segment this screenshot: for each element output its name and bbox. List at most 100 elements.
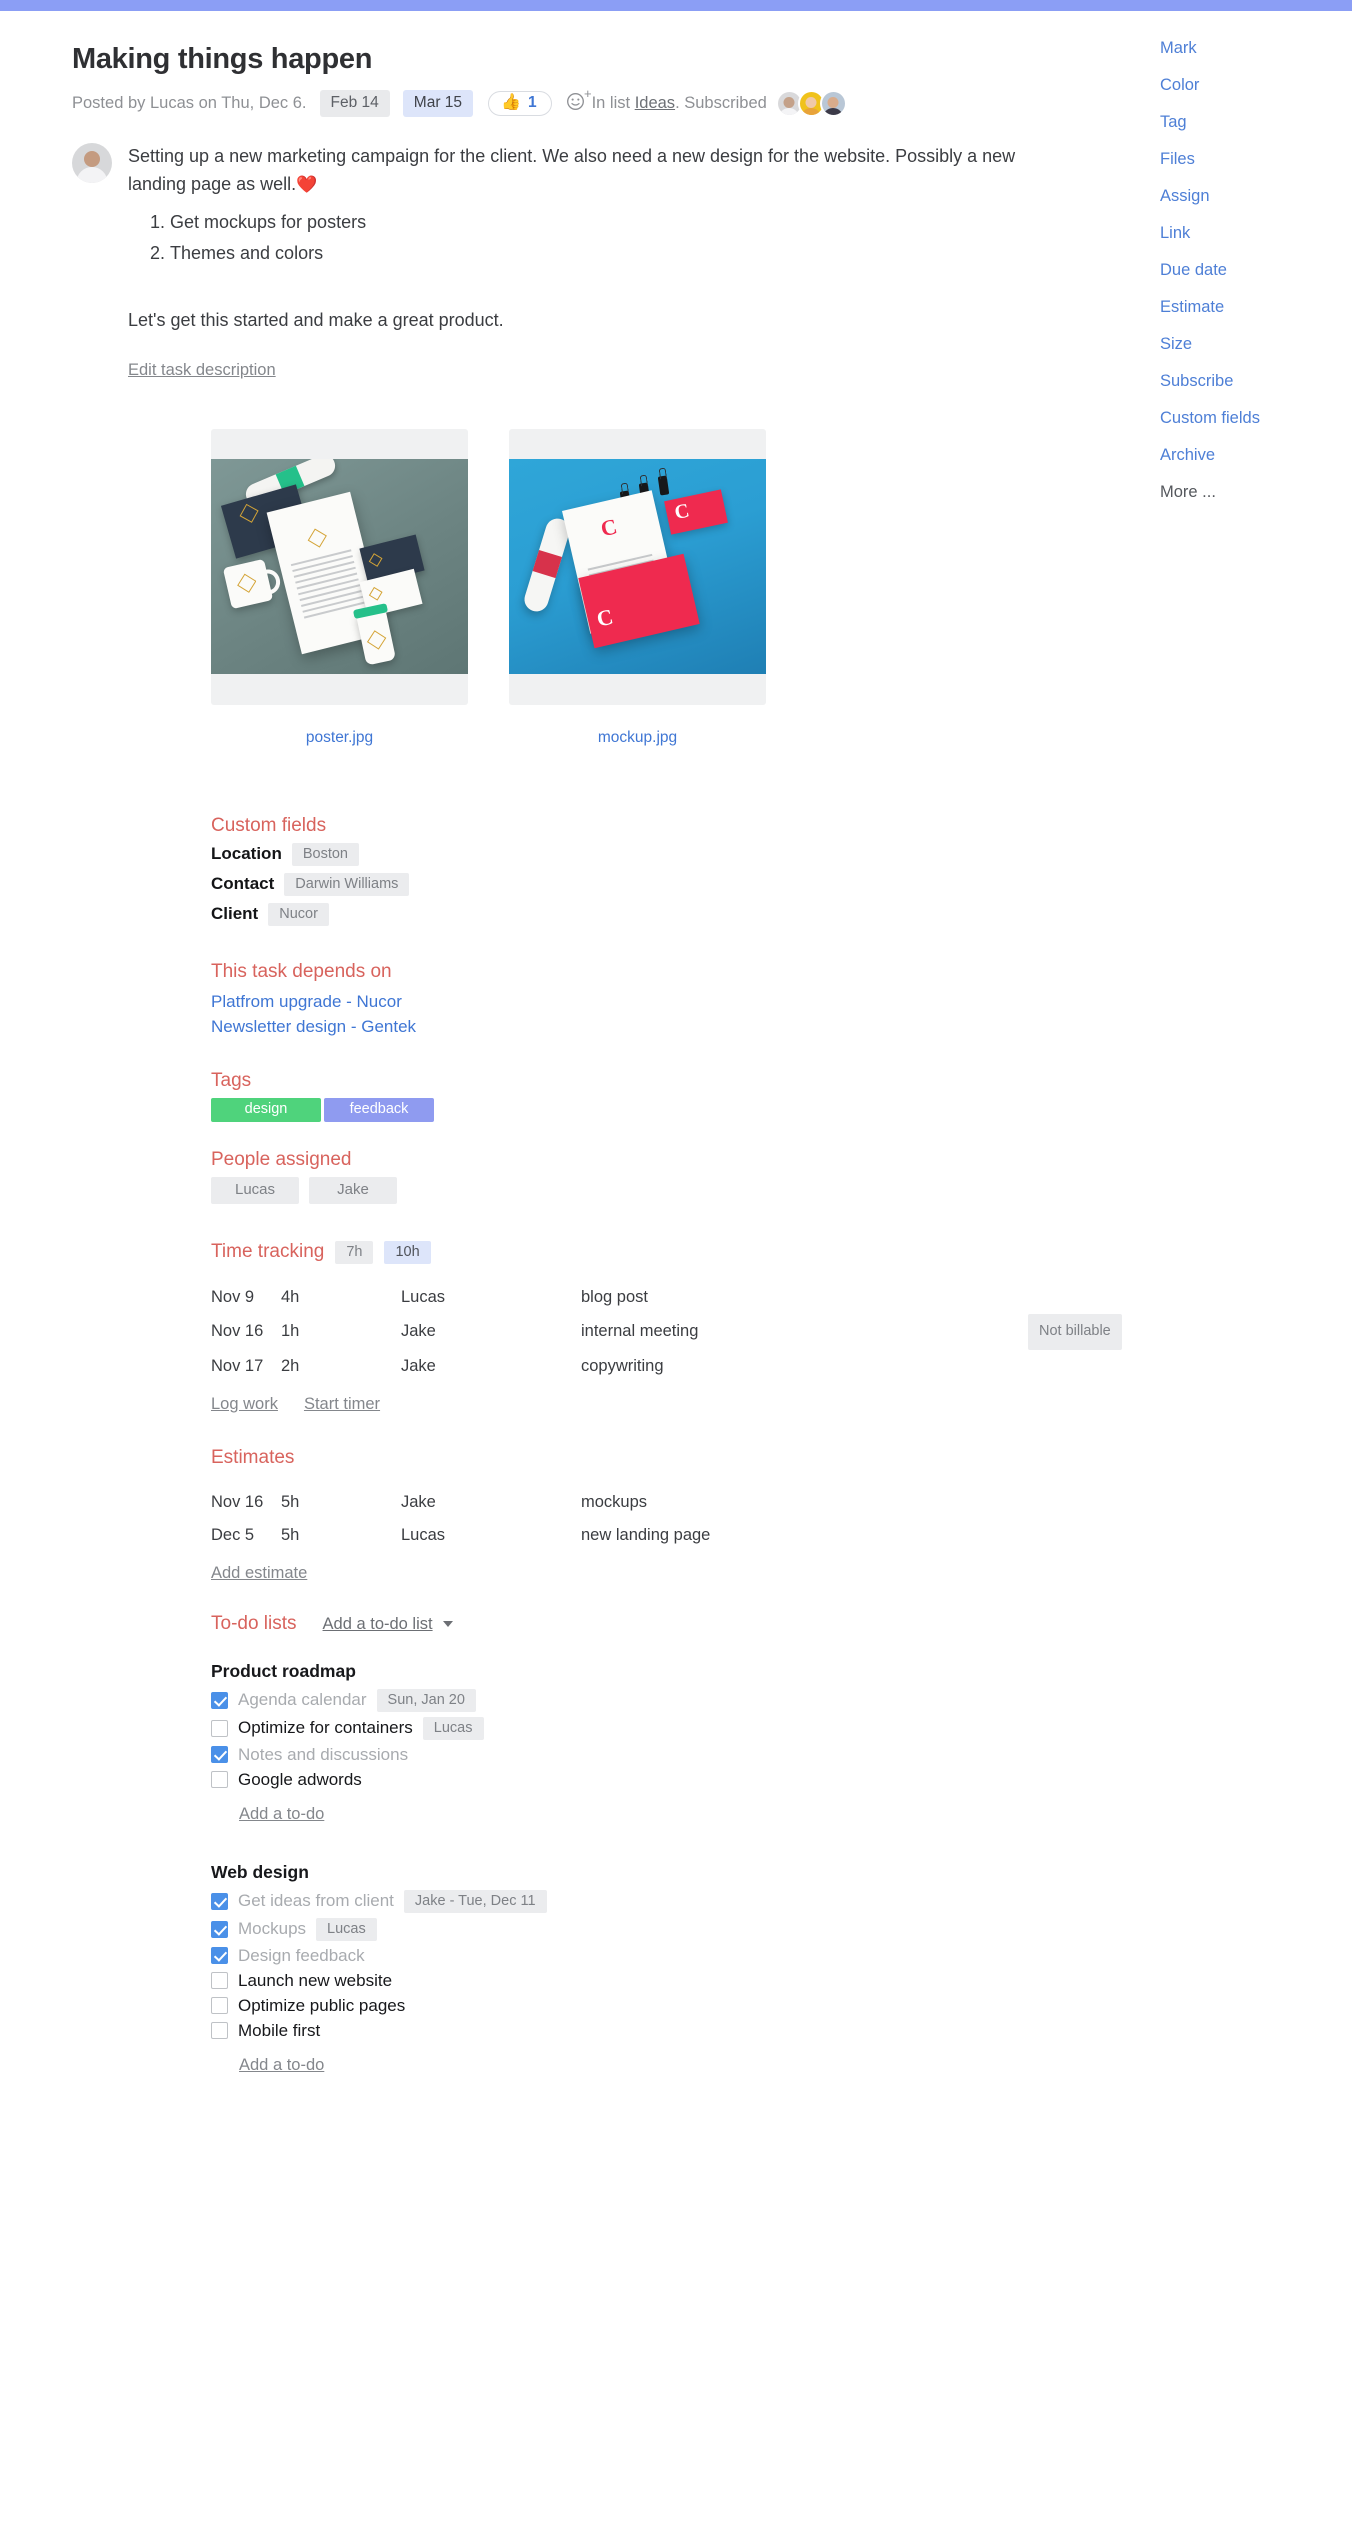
attachment-filename[interactable]: mockup.jpg	[509, 729, 766, 747]
attachment-filename[interactable]: poster.jpg	[211, 729, 468, 747]
add-todo-list-button[interactable]: Add a to-do list	[323, 1615, 454, 1634]
entry-person: Jake	[401, 1356, 436, 1375]
checkbox-icon[interactable]	[211, 1719, 228, 1737]
dependency-link[interactable]: Newsletter design - Gentek	[211, 1014, 1148, 1040]
entry-hours: 2h	[281, 1356, 300, 1375]
sidebar-item-link[interactable]: Link	[1160, 224, 1330, 243]
custom-field-row: Location Boston	[211, 842, 1148, 866]
due-date-chip[interactable]: Mar 15	[402, 90, 474, 117]
checkbox-icon[interactable]	[211, 1771, 228, 1789]
todo-chip[interactable]: Jake - Tue, Dec 11	[403, 1889, 547, 1913]
sidebar-item-custom-fields[interactable]: Custom fields	[1160, 409, 1330, 428]
main-column: Making things happen Posted by Lucas on …	[68, 43, 1148, 2075]
sidebar-item-size[interactable]: Size	[1160, 335, 1330, 354]
tag-chip[interactable]: design	[211, 1097, 321, 1122]
subscribed-label: Subscribed	[684, 94, 767, 112]
actions-sidebar: Mark Color Tag Files Assign Link Due dat…	[1160, 39, 1330, 520]
sidebar-item-assign[interactable]: Assign	[1160, 187, 1330, 206]
entry-hours: 4h	[281, 1287, 300, 1306]
custom-field-value[interactable]: Nucor	[268, 902, 329, 926]
task-detail-page: Making things happen Posted by Lucas on …	[0, 11, 1352, 2135]
todo-item[interactable]: Google adwords	[211, 1770, 1148, 1790]
checkbox-icon[interactable]	[211, 1920, 228, 1938]
todo-item[interactable]: Agenda calendar Sun, Jan 20	[211, 1688, 1148, 1712]
start-date-chip[interactable]: Feb 14	[319, 90, 390, 117]
add-todo-link[interactable]: Add a to-do	[239, 2056, 324, 2075]
description-paragraph-1: Setting up a new marketing campaign for …	[128, 143, 1068, 199]
sidebar-item-tag[interactable]: Tag	[1160, 113, 1330, 132]
time-tracking-section: Time tracking 7h 10h Nov 9 4h Lucas blog…	[211, 1240, 1148, 1414]
todo-item[interactable]: Mockups Lucas	[211, 1917, 1148, 1941]
sidebar-item-files[interactable]: Files	[1160, 150, 1330, 169]
attachments-gallery: poster.jpg C C C mockup.jpg	[211, 428, 1148, 747]
time-tracking-table: Nov 9 4h Lucas blog post Nov 16 1h Jake …	[211, 1281, 1148, 1383]
custom-field-value[interactable]: Boston	[291, 842, 359, 866]
sidebar-item-archive[interactable]: Archive	[1160, 446, 1330, 465]
subscriber-avatars	[775, 90, 847, 117]
todo-label: Launch new website	[238, 1970, 393, 1990]
estimates-table: Nov 16 5h Jake mockups Dec 5 5h Lucas ne…	[211, 1486, 1148, 1552]
description-text-1: Setting up a new marketing campaign for …	[128, 146, 1016, 194]
todo-item[interactable]: Optimize public pages	[211, 1996, 1148, 2016]
entry-date: Nov 16	[211, 1492, 264, 1511]
posted-by-text: Posted by Lucas on Thu, Dec 6.	[72, 94, 307, 112]
todo-item[interactable]: Get ideas from client Jake - Tue, Dec 11	[211, 1889, 1148, 1913]
attachment-thumbnail-frame[interactable]: C C C	[509, 428, 766, 705]
todo-item[interactable]: Optimize for containers Lucas	[211, 1716, 1148, 1740]
sidebar-item-mark[interactable]: Mark	[1160, 39, 1330, 58]
estimates-section: Estimates Nov 16 5h Jake mockups Dec 5 5…	[211, 1447, 1148, 1583]
tag-list: design feedback	[211, 1097, 1148, 1122]
person-chip[interactable]: Lucas	[211, 1176, 299, 1204]
todo-item[interactable]: Mobile first	[211, 2021, 1148, 2041]
estimates-actions: Add estimate	[211, 1564, 1148, 1583]
todo-chip[interactable]: Sun, Jan 20	[376, 1688, 476, 1712]
dependency-link[interactable]: Platfrom upgrade - Nucor	[211, 989, 1148, 1015]
attachment-thumbnail-frame[interactable]	[211, 428, 468, 705]
entry-person: Jake	[401, 1492, 436, 1511]
todo-chip[interactable]: Lucas	[422, 1716, 484, 1740]
mockup-image: C C C	[509, 459, 766, 675]
todo-item[interactable]: Design feedback	[211, 1946, 1148, 1966]
todo-group-title: Web design	[211, 1861, 309, 1882]
entry-person: Lucas	[401, 1287, 446, 1306]
list-name-link[interactable]: Ideas	[635, 94, 675, 113]
logged-hours-chip[interactable]: 7h	[335, 1240, 374, 1264]
people-assigned-heading: People assigned	[211, 1148, 352, 1170]
todo-lists-header: To-do lists Add a to-do list	[211, 1613, 1148, 1635]
entry-note: blog post	[581, 1287, 648, 1306]
checkbox-icon[interactable]	[211, 1691, 228, 1709]
checkbox-icon[interactable]	[211, 2022, 228, 2040]
add-estimate-link[interactable]: Add estimate	[211, 1564, 307, 1583]
add-reaction-icon[interactable]: +	[566, 87, 592, 115]
checkbox-icon[interactable]	[211, 1972, 228, 1990]
edit-task-description-link[interactable]: Edit task description	[128, 361, 276, 380]
checkbox-icon[interactable]	[211, 1997, 228, 2015]
checkbox-icon[interactable]	[211, 1892, 228, 1910]
todo-chip[interactable]: Lucas	[316, 1917, 377, 1941]
todo-item[interactable]: Launch new website	[211, 1971, 1148, 1991]
start-timer-link[interactable]: Start timer	[304, 1395, 380, 1414]
todo-label: Agenda calendar	[238, 1690, 367, 1710]
estimated-hours-chip[interactable]: 10h	[384, 1240, 431, 1264]
sidebar-item-subscribe[interactable]: Subscribe	[1160, 372, 1330, 391]
sidebar-item-color[interactable]: Color	[1160, 76, 1330, 95]
sidebar-item-more[interactable]: More ...	[1160, 483, 1330, 502]
log-work-link[interactable]: Log work	[211, 1395, 278, 1414]
sidebar-item-due-date[interactable]: Due date	[1160, 261, 1330, 280]
todo-lists-section: To-do lists Add a to-do list Product roa…	[211, 1613, 1148, 2075]
add-todo-link[interactable]: Add a to-do	[239, 1805, 324, 1824]
entry-hours: 1h	[281, 1322, 300, 1341]
vote-button[interactable]: 👍 1	[488, 91, 552, 116]
checkbox-icon[interactable]	[211, 1947, 228, 1965]
sidebar-item-estimate[interactable]: Estimate	[1160, 298, 1330, 317]
tag-chip[interactable]: feedback	[324, 1097, 434, 1122]
table-row: Dec 5 5h Lucas new landing page	[211, 1519, 1148, 1552]
checkbox-icon[interactable]	[211, 1746, 228, 1764]
avatar[interactable]	[819, 90, 847, 117]
custom-field-value[interactable]: Darwin Williams	[284, 872, 410, 896]
custom-field-label: Client	[211, 904, 259, 924]
person-chip[interactable]: Jake	[309, 1176, 397, 1204]
entry-hours: 5h	[281, 1525, 300, 1544]
todo-item[interactable]: Notes and discussions	[211, 1745, 1148, 1765]
table-row: Nov 16 5h Jake mockups	[211, 1486, 1148, 1519]
